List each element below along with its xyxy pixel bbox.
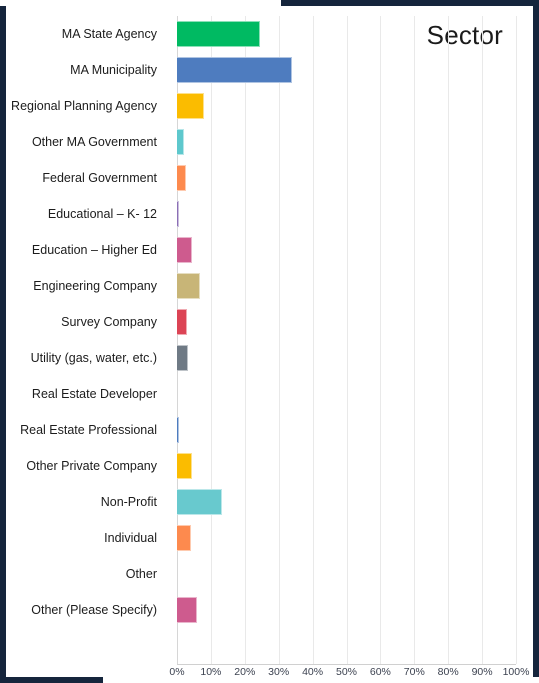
gridline [516, 16, 517, 664]
bar [177, 201, 179, 227]
bar [177, 21, 261, 47]
bar [177, 489, 222, 515]
category-label: Non-Profit [100, 495, 157, 509]
bar-row [177, 232, 516, 268]
bar-row [177, 592, 516, 628]
category-label: Survey Company [61, 315, 157, 329]
bar [177, 57, 293, 83]
bar [177, 129, 184, 155]
category-label: Other [125, 567, 157, 581]
bar-row [177, 412, 516, 448]
slide-canvas: Sector MA State Agency MA Municipality Reg… [6, 6, 533, 678]
plot-area [171, 16, 517, 665]
bar-row [177, 340, 516, 376]
category-label: Individual [104, 531, 157, 545]
category-label: Other Private Company [26, 459, 157, 473]
category-label: MA State Agency [61, 27, 157, 41]
category-label: Educational – K- 12 [47, 207, 157, 221]
category-label: Education – Higher Ed [31, 243, 157, 257]
bar-row [177, 448, 516, 484]
bar [177, 93, 205, 119]
bar-row [177, 196, 516, 232]
x-axis-line [177, 664, 516, 665]
bar [177, 309, 188, 335]
category-label: Engineering Company [33, 279, 157, 293]
bar [177, 165, 186, 191]
slide-frame: Sector MA State Agency MA Municipality Reg… [0, 0, 539, 683]
bar [177, 417, 180, 443]
bar-series [177, 16, 516, 664]
category-label: Utility (gas, water, etc.) [30, 351, 157, 365]
category-label: Regional Planning Agency [11, 99, 157, 113]
bar [177, 237, 192, 263]
bar [177, 525, 191, 551]
bar-row [177, 16, 516, 52]
bar-row [177, 88, 516, 124]
bar-row [177, 304, 516, 340]
bar [177, 345, 188, 371]
category-label: Real Estate Developer [31, 387, 157, 401]
bar-row [177, 556, 516, 592]
bar [177, 597, 197, 623]
category-label: Federal Government [42, 171, 157, 185]
bar-row [177, 52, 516, 88]
category-axis-labels: MA State Agency MA Municipality Regional P… [6, 16, 166, 664]
bar [177, 273, 200, 299]
category-label: Real Estate Professional [20, 423, 157, 437]
bar-row [177, 160, 516, 196]
category-label: Other (Please Specify) [31, 603, 157, 617]
bar-row [177, 376, 516, 412]
bar-row [177, 484, 516, 520]
bar [177, 453, 193, 479]
category-label: MA Municipality [70, 63, 157, 77]
bar-row [177, 268, 516, 304]
bar-row [177, 124, 516, 160]
frame-notch-bottom-right [103, 677, 539, 683]
category-label: Other MA Government [31, 135, 157, 149]
bar-row [177, 520, 516, 556]
